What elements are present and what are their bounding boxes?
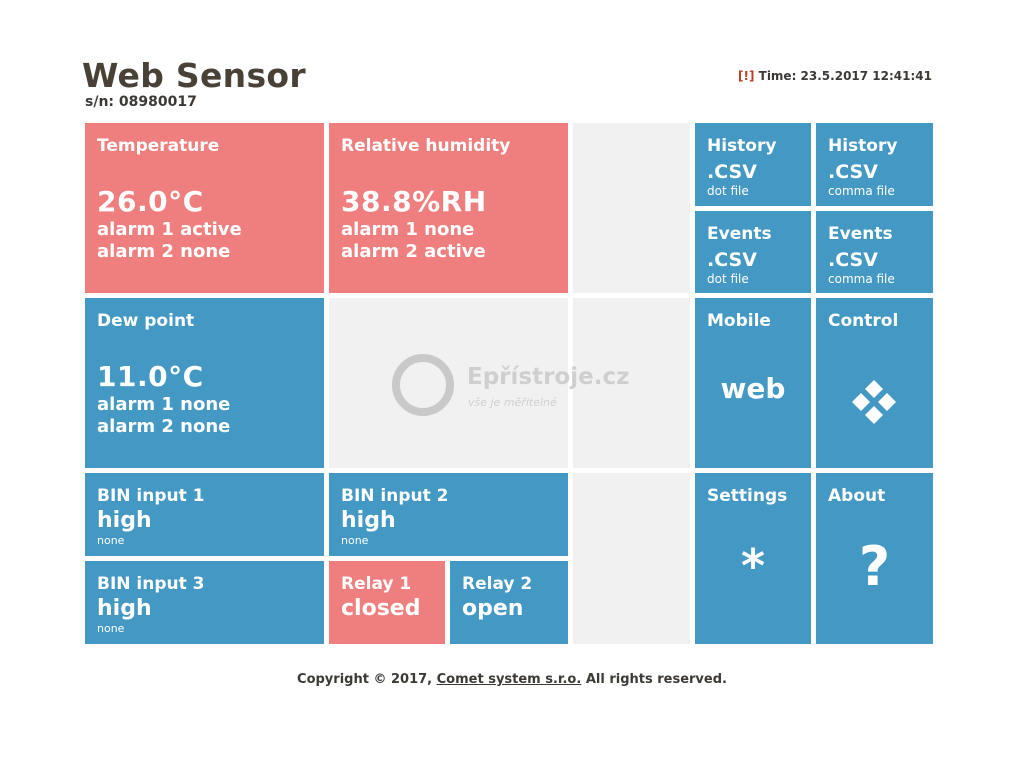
history-comma-note: comma file	[828, 184, 895, 198]
history-comma-label: History	[828, 136, 898, 156]
settings-label: Settings	[707, 486, 788, 506]
bin-input-2-state: high	[341, 508, 396, 533]
events-comma-format: .CSV	[828, 249, 878, 271]
history-csv-dot-tile[interactable]: History .CSV dot file	[695, 123, 811, 206]
events-comma-label: Events	[828, 224, 893, 244]
about-tile[interactable]: About ?	[816, 473, 933, 644]
relay-2-state: open	[462, 596, 524, 621]
temperature-tile[interactable]: Temperature 26.0°C alarm 1 active alarm …	[85, 123, 324, 293]
temperature-value: 26.0°C	[97, 185, 204, 218]
footer-prefix: Copyright © 2017,	[297, 672, 437, 687]
relay-1-label: Relay 1	[341, 574, 412, 594]
time-text: Time: 23.5.2017 12:41:41	[754, 69, 932, 83]
settings-tile[interactable]: Settings *	[695, 473, 811, 644]
control-label: Control	[828, 311, 899, 331]
events-csv-comma-tile[interactable]: Events .CSV comma file	[816, 211, 933, 293]
question-mark-icon: ?	[858, 535, 891, 598]
temperature-alarm-1: alarm 1 active	[97, 219, 242, 240]
history-csv-comma-tile[interactable]: History .CSV comma file	[816, 123, 933, 206]
bin-input-1-note: none	[97, 534, 125, 547]
mobile-web-tile[interactable]: Mobile web	[695, 298, 811, 468]
humidity-value: 38.8%RH	[341, 185, 487, 218]
bin-input-3-state: high	[97, 596, 152, 621]
humidity-alarm-2: alarm 2 active	[341, 241, 486, 262]
history-dot-note: dot file	[707, 184, 749, 198]
bin-input-1-tile[interactable]: BIN input 1 high none	[85, 473, 324, 556]
footer-copyright: Copyright © 2017, Comet system s.r.o. Al…	[0, 672, 1024, 687]
bin-input-3-note: none	[97, 622, 125, 635]
humidity-label: Relative humidity	[341, 136, 511, 156]
events-csv-dot-tile[interactable]: Events .CSV dot file	[695, 211, 811, 293]
dew-point-tile[interactable]: Dew point 11.0°C alarm 1 none alarm 2 no…	[85, 298, 324, 468]
dew-point-value: 11.0°C	[97, 360, 204, 393]
page-title: Web Sensor	[82, 56, 306, 95]
mobile-web-text: web	[720, 372, 786, 405]
relay-1-tile[interactable]: Relay 1 closed	[329, 561, 445, 644]
bin-input-1-state: high	[97, 508, 152, 533]
diamond-grid-icon	[852, 380, 896, 424]
history-comma-format: .CSV	[828, 161, 878, 183]
relay-2-label: Relay 2	[462, 574, 533, 594]
temperature-label: Temperature	[97, 136, 220, 156]
bin-input-2-label: BIN input 2	[341, 486, 449, 506]
bin-input-3-tile[interactable]: BIN input 3 high none	[85, 561, 324, 644]
control-tile[interactable]: Control	[816, 298, 933, 468]
bin-input-2-note: none	[341, 534, 369, 547]
footer-suffix: All rights reserved.	[581, 672, 727, 687]
mobile-label: Mobile	[707, 311, 771, 331]
history-dot-format: .CSV	[707, 161, 757, 183]
humidity-alarm-1: alarm 1 none	[341, 219, 475, 240]
serial-number: s/n: 08980017	[85, 94, 197, 110]
dew-point-alarm-1: alarm 1 none	[97, 394, 231, 415]
about-label: About	[828, 486, 886, 506]
relay-1-state: closed	[341, 596, 421, 621]
asterisk-icon: *	[740, 539, 766, 593]
dew-point-alarm-2: alarm 2 none	[97, 416, 231, 437]
temperature-alarm-2: alarm 2 none	[97, 241, 231, 262]
events-dot-format: .CSV	[707, 249, 757, 271]
company-link[interactable]: Comet system s.r.o.	[437, 672, 582, 687]
relay-2-tile[interactable]: Relay 2 open	[450, 561, 568, 644]
watermark-brand: Epřístroje.cz	[467, 364, 630, 390]
bin-input-2-tile[interactable]: BIN input 2 high none	[329, 473, 568, 556]
empty-tile-top	[573, 123, 690, 293]
humidity-tile[interactable]: Relative humidity 38.8%RH alarm 1 none a…	[329, 123, 568, 293]
warning-indicator[interactable]: [!]	[738, 69, 754, 83]
bin-input-3-label: BIN input 3	[97, 574, 205, 594]
events-dot-note: dot file	[707, 272, 749, 286]
events-comma-note: comma file	[828, 272, 895, 286]
events-dot-label: Events	[707, 224, 772, 244]
watermark-tagline: vše je měřitelné	[468, 396, 557, 409]
history-dot-label: History	[707, 136, 777, 156]
dew-point-label: Dew point	[97, 311, 195, 331]
watermark-logo: Epřístroje.cz vše je měřitelné	[392, 354, 642, 416]
watermark-ring-icon	[392, 354, 454, 416]
empty-tile-bottom	[573, 473, 690, 644]
bin-input-1-label: BIN input 1	[97, 486, 205, 506]
time-display: [!] Time: 23.5.2017 12:41:41	[738, 69, 932, 83]
